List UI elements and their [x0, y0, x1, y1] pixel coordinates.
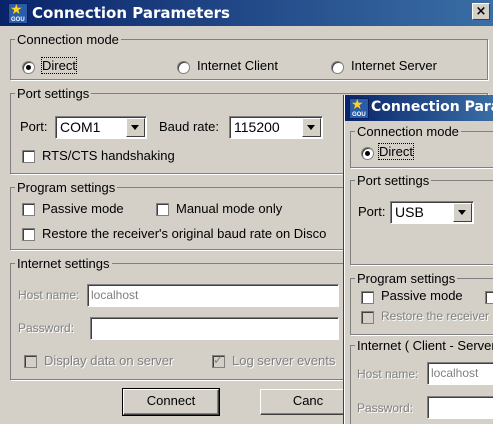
app-icon-2: ★ GOU — [349, 96, 369, 119]
password-input-2[interactable] — [427, 396, 493, 419]
password-input[interactable] — [90, 317, 339, 340]
manual-mode-checkbox-2[interactable] — [485, 291, 493, 304]
host-name-input[interactable]: localhost — [87, 284, 339, 307]
cancel-button[interactable]: Canc — [260, 389, 356, 415]
password-label: Password: — [18, 321, 75, 335]
radio-internet-client-label[interactable]: Internet Client — [197, 58, 278, 73]
passive-mode-checkbox[interactable] — [22, 203, 35, 216]
password-label-2: Password: — [357, 401, 414, 415]
baud-value: 115200 — [234, 119, 280, 135]
radio-internet-server-label[interactable]: Internet Server — [351, 58, 437, 73]
port-value-2: USB — [395, 204, 424, 220]
restore-baud-checkbox[interactable] — [22, 228, 35, 241]
display-data-checkbox[interactable] — [24, 355, 37, 368]
manual-mode-checkbox[interactable] — [156, 203, 169, 216]
radio-internet-client[interactable] — [177, 61, 190, 74]
port-value: COM1 — [60, 119, 101, 135]
rts-cts-label[interactable]: RTS/CTS handshaking — [42, 148, 175, 163]
display-data-label[interactable]: Display data on server — [44, 353, 173, 368]
checkmark-icon: ✓ — [213, 353, 224, 367]
program-settings-legend-2: Program settings — [357, 271, 456, 286]
host-name-input-2[interactable]: localhost — [427, 362, 493, 385]
close-icon: × — [475, 4, 487, 19]
app-icon-text-2: GOU — [352, 112, 366, 118]
title-bar[interactable]: ★ GOU Connection Parameters × — [0, 0, 493, 26]
port-select[interactable]: COM1 — [55, 116, 147, 139]
radio-direct-label[interactable]: Direct — [41, 57, 77, 74]
star-icon: ★ — [10, 1, 23, 17]
window-title: Connection Parameters — [32, 4, 230, 22]
port-label-2: Port: — [358, 204, 386, 219]
connection-parameters-dialog-2: ★ GOU Connection Parame Connection mode … — [344, 95, 493, 424]
app-icon-text: GOU — [11, 17, 25, 23]
radio-internet-server[interactable] — [331, 61, 344, 74]
restore-baud-checkbox-2[interactable] — [361, 311, 374, 324]
window-title-2: Connection Parame — [371, 99, 493, 115]
rts-cts-checkbox[interactable] — [22, 150, 35, 163]
connect-button[interactable]: Connect — [122, 388, 220, 416]
restore-baud-label-2[interactable]: Restore the receiver — [381, 309, 489, 323]
internet-settings-legend: Internet settings — [17, 256, 110, 271]
passive-mode-label-2[interactable]: Passive mode — [381, 288, 463, 303]
host-name-value-2: localhost — [431, 366, 479, 380]
chevron-down-icon[interactable] — [126, 118, 145, 137]
radio-direct-label-2[interactable]: Direct — [378, 143, 414, 160]
chevron-down-icon[interactable] — [453, 203, 472, 222]
connection-mode-legend-2: Connection mode — [357, 124, 459, 139]
port-settings-legend: Port settings — [17, 86, 90, 101]
app-icon: ★ GOU — [8, 1, 28, 24]
log-server-events-label[interactable]: Log server events — [232, 353, 335, 368]
baud-label: Baud rate: — [159, 119, 219, 134]
passive-mode-label[interactable]: Passive mode — [42, 201, 124, 216]
manual-mode-label[interactable]: Manual mode only — [176, 201, 282, 216]
passive-mode-checkbox-2[interactable] — [361, 291, 374, 304]
chevron-down-icon[interactable] — [302, 118, 321, 137]
port-label: Port: — [20, 119, 48, 134]
internet-settings-legend-2: Internet ( Client - Server — [357, 338, 493, 353]
radio-direct-2[interactable] — [361, 147, 374, 160]
program-settings-legend: Program settings — [17, 180, 116, 195]
host-name-label-2: Host name: — [357, 367, 419, 381]
log-server-events-checkbox[interactable]: ✓ — [212, 353, 225, 368]
star-icon: ★ — [351, 96, 364, 112]
radio-direct[interactable] — [22, 61, 35, 74]
host-name-label: Host name: — [18, 288, 80, 302]
title-bar-2[interactable]: ★ GOU Connection Parame — [345, 95, 493, 121]
port-select-2[interactable]: USB — [390, 201, 474, 224]
baud-rate-select[interactable]: 115200 — [229, 116, 323, 139]
restore-baud-label[interactable]: Restore the receiver's original baud rat… — [42, 226, 326, 241]
close-button[interactable]: × — [472, 3, 490, 20]
port-settings-legend-2: Port settings — [357, 173, 430, 188]
connection-mode-legend: Connection mode — [17, 32, 119, 47]
connection-mode-group-2: Connection mode — [350, 124, 493, 168]
host-name-value: localhost — [91, 288, 139, 302]
